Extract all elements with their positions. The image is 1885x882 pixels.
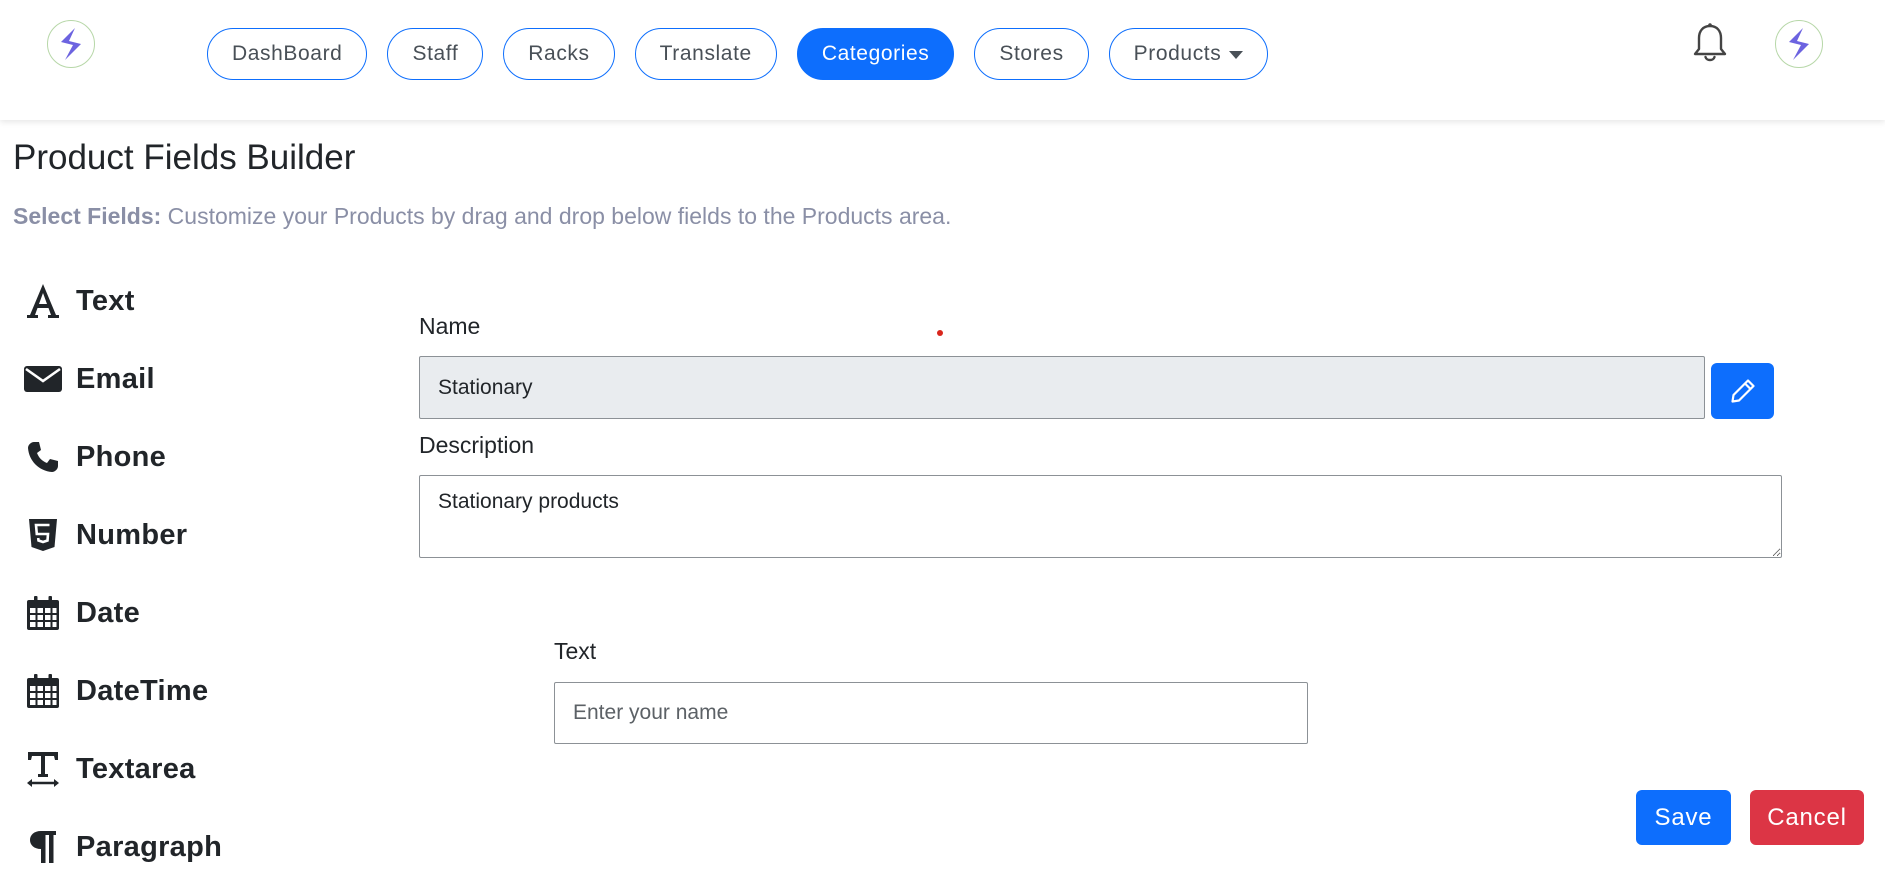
save-button[interactable]: Save xyxy=(1636,790,1731,845)
palette-item-number[interactable]: Number xyxy=(24,496,354,574)
nav-stores-label: Stores xyxy=(999,42,1064,65)
nav-categories-label: Categories xyxy=(821,42,930,65)
palette-label-date: Date xyxy=(76,596,141,629)
page-subtitle: Select Fields: Customize your Products b… xyxy=(13,203,951,230)
html5-icon xyxy=(24,515,62,555)
palette-label-number: Number xyxy=(76,518,188,551)
logo-icon xyxy=(61,28,81,60)
nav-products-dropdown[interactable]: Products xyxy=(1108,28,1269,80)
subtitle-strong: Select Fields: xyxy=(13,203,162,229)
pencil-icon xyxy=(1730,379,1755,403)
nav-categories[interactable]: Categories xyxy=(796,28,955,80)
palette-label-text: Text xyxy=(76,284,135,317)
nav-translate-label: Translate xyxy=(659,42,752,65)
palette-item-email[interactable]: Email xyxy=(24,340,354,418)
edit-name-button[interactable] xyxy=(1711,363,1774,419)
palette-item-text[interactable]: Text xyxy=(24,262,354,340)
calendar-icon xyxy=(24,593,62,633)
paragraph-icon xyxy=(24,827,62,867)
cancel-button[interactable]: Cancel xyxy=(1750,790,1864,845)
field-palette: Text Email Phone Number Date DateTime Te… xyxy=(24,262,354,882)
description-field[interactable]: Stationary products xyxy=(419,475,1782,558)
caret-down-icon xyxy=(1229,51,1244,59)
nav-products-label: Products xyxy=(1133,42,1222,65)
font-icon xyxy=(24,281,62,321)
nav-racks-label: Racks xyxy=(528,42,590,65)
palette-label-email: Email xyxy=(76,362,155,395)
subtitle-text: Customize your Products by drag and drop… xyxy=(161,203,952,229)
name-label: Name xyxy=(419,313,481,339)
name-field[interactable] xyxy=(419,356,1705,419)
palette-label-textarea: Textarea xyxy=(76,752,196,785)
palette-item-datetime[interactable]: DateTime xyxy=(24,652,354,730)
text-field-label: Text xyxy=(554,638,597,664)
top-navbar: DashBoard Staff Racks Translate Categori… xyxy=(0,0,1885,120)
page-title: Product Fields Builder xyxy=(13,138,356,177)
nav-translate[interactable]: Translate xyxy=(634,28,777,80)
palette-label-datetime: DateTime xyxy=(76,674,209,707)
palette-item-phone[interactable]: Phone xyxy=(24,418,354,496)
palette-item-textarea[interactable]: Textarea xyxy=(24,730,354,808)
nav-dashboard[interactable]: DashBoard xyxy=(207,28,368,80)
required-marker xyxy=(937,330,943,336)
user-avatar[interactable] xyxy=(1775,20,1823,68)
main-nav: DashBoard Staff Racks Translate Categori… xyxy=(207,28,1269,80)
avatar-logo-icon xyxy=(1789,28,1809,60)
brand-logo[interactable] xyxy=(47,20,95,68)
nav-dashboard-label: DashBoard xyxy=(232,42,343,65)
description-label: Description xyxy=(419,432,535,458)
palette-item-date[interactable]: Date xyxy=(24,574,354,652)
nav-staff-label: Staff xyxy=(412,42,459,65)
palette-label-phone: Phone xyxy=(76,440,167,473)
nav-stores[interactable]: Stores xyxy=(974,28,1089,80)
notification-bell-icon[interactable] xyxy=(1690,22,1730,66)
nav-racks[interactable]: Racks xyxy=(503,28,615,80)
phone-icon xyxy=(24,437,62,477)
nav-staff[interactable]: Staff xyxy=(387,28,484,80)
text-width-icon xyxy=(24,749,62,789)
envelope-icon xyxy=(24,359,62,399)
text-field-input[interactable] xyxy=(554,682,1308,744)
palette-item-paragraph[interactable]: Paragraph xyxy=(24,808,354,882)
calendar-icon xyxy=(24,671,62,711)
palette-label-paragraph: Paragraph xyxy=(76,830,223,863)
